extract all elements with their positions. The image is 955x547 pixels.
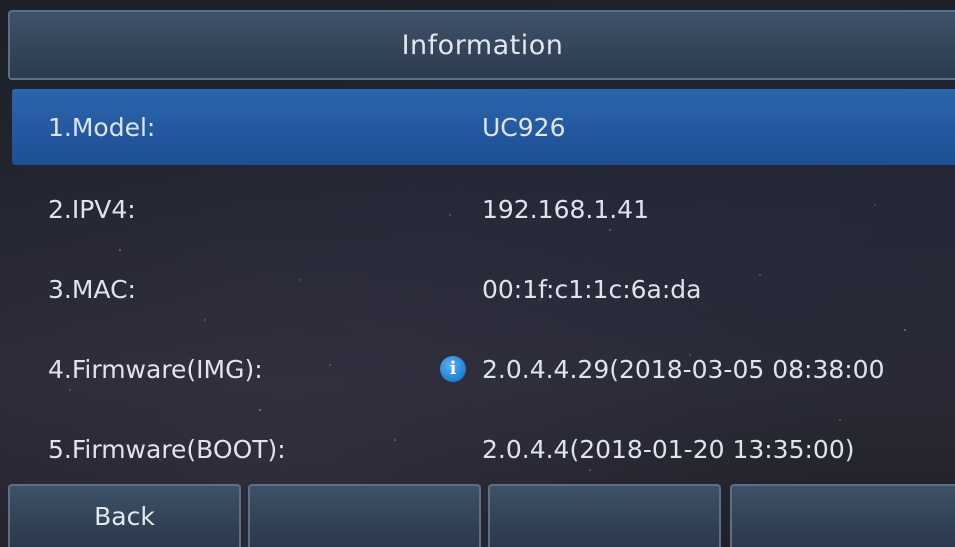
list-item-ipv4[interactable]: 2.IPV4: 192.168.1.41 [12, 169, 955, 249]
list-item-firmware-img[interactable]: 4.Firmware(IMG): i 2.0.4.4.29(2018-03-05… [12, 329, 955, 409]
row-value: 192.168.1.41 [482, 194, 649, 224]
phone-screen: Information 1.Model: UC926 2.IPV4: 192.1… [0, 0, 955, 547]
row-value: UC926 [482, 112, 566, 142]
list-item-mac[interactable]: 3.MAC: 00:1f:c1:1c:6a:da [12, 249, 955, 329]
row-label: 1.Model: [48, 112, 156, 142]
back-button[interactable]: Back [8, 484, 241, 547]
softkey-3-button[interactable] [488, 484, 721, 547]
softkey-2-button[interactable] [248, 484, 481, 547]
row-value: 2.0.4.4.29(2018-03-05 08:38:00 [482, 354, 885, 384]
list-item-firmware-boot[interactable]: 5.Firmware(BOOT): 2.0.4.4(2018-01-20 13:… [12, 409, 955, 489]
row-label: 3.MAC: [48, 274, 136, 304]
row-value: 2.0.4.4(2018-01-20 13:35:00) [482, 434, 855, 464]
row-label: 2.IPV4: [48, 194, 136, 224]
softkey-bar: Back [8, 484, 955, 547]
info-list: 1.Model: UC926 2.IPV4: 192.168.1.41 3.MA… [12, 89, 955, 489]
row-value: 00:1f:c1:1c:6a:da [482, 274, 702, 304]
row-label: 4.Firmware(IMG): [48, 354, 263, 384]
page-title: Information [401, 29, 564, 61]
info-icon[interactable]: i [440, 356, 466, 382]
title-bar: Information [8, 10, 955, 80]
row-label: 5.Firmware(BOOT): [48, 434, 286, 464]
list-item-model[interactable]: 1.Model: UC926 [12, 89, 955, 165]
softkey-4-button[interactable] [730, 484, 955, 547]
